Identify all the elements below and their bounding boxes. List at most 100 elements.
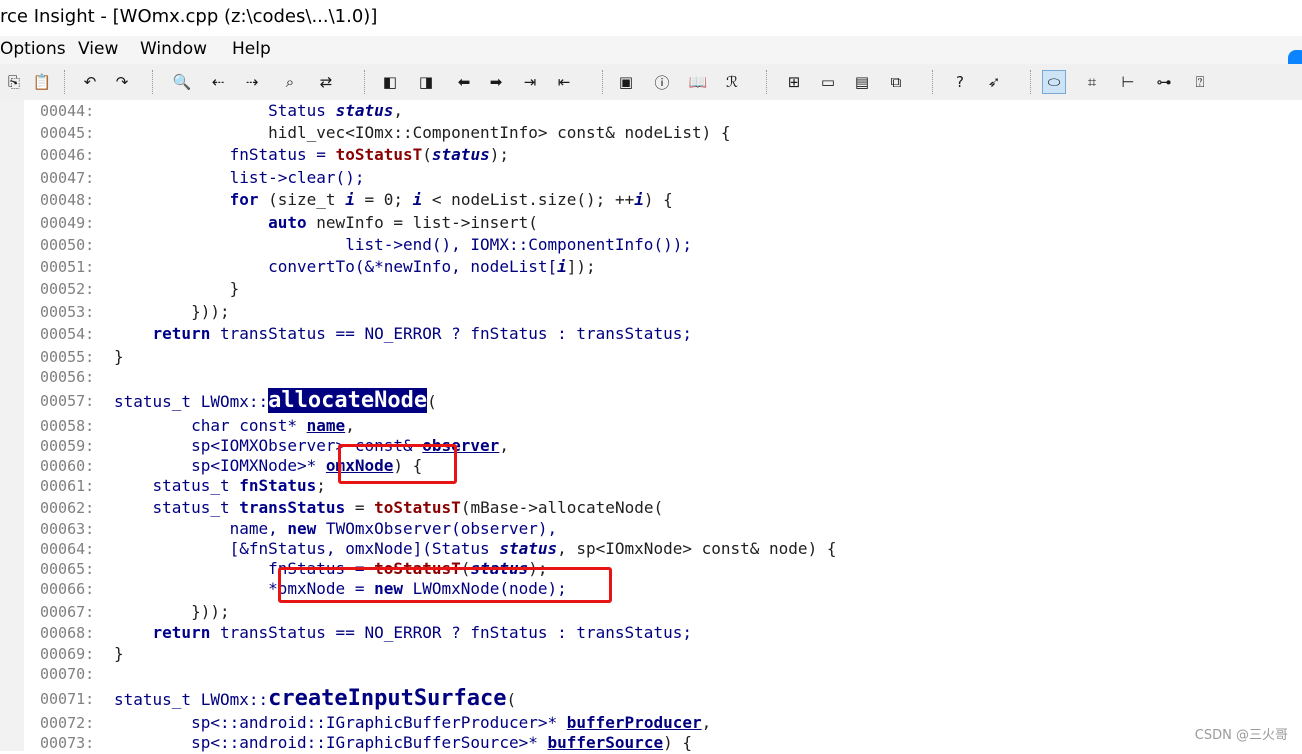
undo-icon[interactable]: ↶ [78,70,102,94]
paste-icon[interactable]: ⎘ [2,70,26,94]
toolbar-separator [64,70,66,94]
code-text: convertTo(&*newInfo, nodeList[i]); [114,256,596,278]
watermark: CSDN @三火哥 [1194,728,1288,743]
toolbar-separator [932,70,934,94]
book-icon[interactable]: 📖 [686,70,710,94]
code-token: status_t [114,498,240,517]
replace-icon[interactable]: ⇄ [314,70,338,94]
tree-icon[interactable]: ⊢ [1116,70,1140,94]
line-number: 00065: [40,560,95,578]
forward-icon[interactable]: ➡ [484,70,508,94]
line-number: 00068: [40,624,95,642]
code-text: name, new TWOmxObserver(observer), [114,518,558,540]
line-number: 00056: [40,368,95,386]
code-text: } [114,346,124,368]
browse-icon[interactable]: ⍰ [1188,70,1212,94]
code-text: } [114,643,124,665]
code-token: [&fnStatus, omxNode](Status [114,539,500,558]
view-1-icon[interactable]: ⬭ [1042,70,1066,94]
code-token: toStatusT [374,498,461,517]
code-text: return transStatus == NO_ERROR ? fnStatu… [114,622,692,644]
layout-2-icon[interactable]: ▭ [816,70,840,94]
code-text: return transStatus == NO_ERROR ? fnStatu… [114,323,692,345]
code-token: status [431,145,490,164]
jump-in-icon[interactable]: ⇥ [518,70,542,94]
layout-3-icon[interactable]: ▤ [850,70,874,94]
search-next-icon[interactable]: ⇢ [240,70,264,94]
code-token: transStatus == NO_ERROR ? fnStatus : tra… [210,623,692,642]
line-number: 00052: [40,280,95,298]
line-number: 00063: [40,520,95,538]
line-number: 00049: [40,214,95,232]
menu-view[interactable]: View [78,39,118,59]
code-token: fnStatus [239,476,317,495]
line-number: 00060: [40,457,95,475]
back-icon[interactable]: ⬅ [452,70,476,94]
search-icon[interactable]: 🔍 [170,70,194,94]
code-text: sp<::android::IGraphicBufferProducer>* b… [114,712,711,734]
code-text: })); [114,301,230,323]
gutter [0,100,24,751]
code-token: fnStatus = [114,145,336,164]
line-number: 00047: [40,169,95,187]
lookup-icon[interactable]: ℛ [720,70,744,94]
code-token: i [345,190,355,209]
toolbar: ⎘ 📋 ↶ ↷ 🔍 ⇠ ⇢ ⌕ ⇄ ◧ ◨ ⬅ ➡ ⇥ ⇤ ▣ ⓘ 📖 ℛ ⊞ ▭ ▤ ⧉? ➶ ⬭ ⌗ ⊢ ⊶ ⍰ [0,64,1302,101]
redo-icon[interactable]: ↷ [110,70,134,94]
layout-1-icon[interactable]: ⊞ [782,70,806,94]
code-token: auto [268,213,307,232]
code-token: status_t [114,476,240,495]
line-number: 00071: [40,690,95,708]
code-token: status [499,539,558,558]
line-number: 00070: [40,665,95,683]
code-token: ); [489,145,509,164]
search-prev-icon[interactable]: ⇠ [206,70,230,94]
code-token: for [229,190,259,209]
code-text: fnStatus = toStatusT(status); [114,144,509,166]
code-token: list->clear(); [114,168,365,187]
toolbar-separator [152,70,154,94]
search-files-icon[interactable]: ⌕ [278,70,302,94]
code-token: Status [114,101,336,120]
code-text: list->end(), IOMX::ComponentInfo()); [114,234,692,256]
line-number: 00066: [40,580,95,598]
relation-icon[interactable]: ⊶ [1152,70,1176,94]
code-editor[interactable]: 00044: Status status, 00045: hidl_vec<IOm… [0,100,1302,752]
code-token: name [306,416,346,435]
code-token: newInfo = list->insert( [306,213,538,232]
title-bar: rce Insight - [WOmx.cpp (z:\codes\...\1.… [0,0,1302,36]
menu-bar: Options View Window Help [0,36,1302,64]
menu-help[interactable]: Help [232,39,271,59]
help-symbol-icon[interactable]: ? [948,70,972,94]
view-2-icon[interactable]: ⌗ [1080,70,1104,94]
code-token: i [557,257,567,276]
jump-out-icon[interactable]: ⇤ [552,70,576,94]
code-token: status [335,101,394,120]
pointer-help-icon[interactable]: ➶ [982,70,1006,94]
code-token: ( [427,392,437,411]
clipboard-icon[interactable]: 📋 [30,70,54,94]
line-number: 00064: [40,540,95,558]
line-number: 00055: [40,348,95,366]
code-token: , sp<IOmxNode> const& node) { [557,539,837,558]
code-text: Status status, [114,100,403,122]
line-number: 00051: [40,258,95,276]
symbol-info-icon[interactable]: ⓘ [650,70,674,94]
bookmark-next-icon[interactable]: ◨ [414,70,438,94]
code-token: i [412,190,423,209]
layout-4-icon[interactable]: ⧉ [884,70,908,94]
menu-window[interactable]: Window [140,39,207,59]
code-token: } [114,347,124,366]
code-token: sp<::android::IGraphicBufferProducer>* [114,713,567,732]
code-token: ( [422,145,432,164]
menu-options[interactable]: Options [0,39,66,59]
bookmark-prev-icon[interactable]: ◧ [378,70,402,94]
toolbar-separator [1030,70,1032,94]
project-icon[interactable]: ▣ [614,70,638,94]
code-text: status_t LWOmx::allocateNode( [114,388,437,413]
line-number: 00050: [40,236,95,254]
code-token: ; [316,476,326,495]
